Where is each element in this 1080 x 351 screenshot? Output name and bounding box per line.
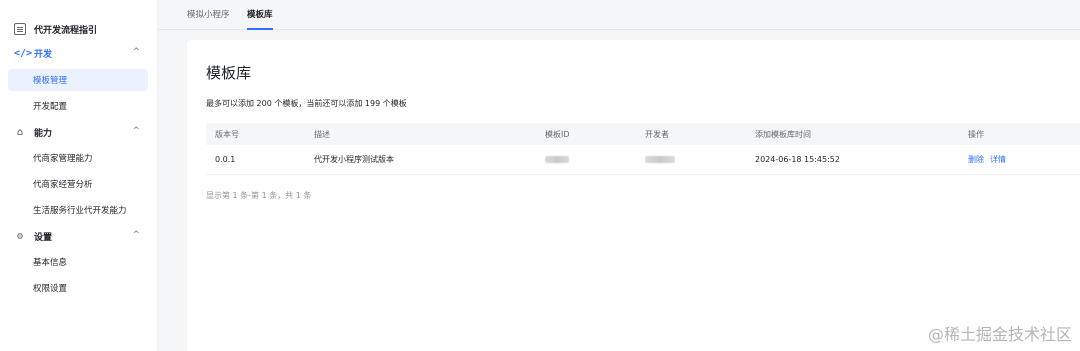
bag-icon: ⌂	[16, 126, 24, 138]
cell-template-id	[545, 145, 569, 174]
tab-mock-miniprogram[interactable]: 模拟小程序	[187, 8, 230, 30]
cell-added-time: 2024-06-18 15:45:52	[755, 155, 840, 164]
chevron-up-icon[interactable]: ^	[132, 126, 140, 136]
table-header: 版本号 描述 模板ID 开发者 添加模板库时间 操作	[206, 123, 1080, 145]
delete-link[interactable]: 删除	[968, 154, 984, 165]
pagination-summary: 显示第 1 条-第 1 条，共 1 条	[206, 191, 312, 200]
template-table: 版本号 描述 模板ID 开发者 添加模板库时间 操作 0.0.1 代开发小程序测…	[206, 123, 1080, 175]
sidebar-group-develop[interactable]: </> 开发 ^	[14, 44, 144, 62]
template-library-card: 模板库 最多可以添加 200 个模板，当前还可以添加 199 个模板 版本号 描…	[187, 40, 1080, 351]
sidebar-group-settings[interactable]: ⚙ 设置 ^	[14, 227, 144, 245]
sidebar-item-merchant-analysis[interactable]: 代商家经营分析	[8, 173, 148, 195]
sidebar-group-label: 设置	[34, 232, 53, 243]
gear-icon: ⚙	[16, 230, 24, 242]
page-title: 模板库	[206, 64, 252, 82]
table-row: 0.0.1 代开发小程序测试版本 2024-06-18 15:45:52 删除 …	[206, 145, 1080, 175]
sidebar-item-guide[interactable]: 代开发流程指引	[14, 20, 97, 38]
cell-version: 0.0.1	[215, 155, 236, 164]
sidebar-item-label: 开发配置	[33, 102, 68, 112]
sidebar-item-permissions[interactable]: 权限设置	[8, 277, 148, 299]
column-actions: 操作	[968, 129, 984, 139]
redacted-developer	[645, 156, 675, 163]
sidebar-group-capability[interactable]: ⌂ 能力 ^	[14, 123, 144, 141]
sidebar: 代开发流程指引 </> 开发 ^ 模板管理 开发配置 ⌂ 能力 ^ 代商家管理能…	[0, 0, 158, 351]
chevron-up-icon[interactable]: ^	[132, 47, 140, 57]
sidebar-item-label: 代商家经营分析	[33, 180, 93, 190]
column-developer: 开发者	[645, 129, 669, 139]
redacted-template-id	[545, 156, 569, 163]
sidebar-item-life-service[interactable]: 生活服务行业代开发能力	[8, 199, 148, 221]
sidebar-item-label: 权限设置	[33, 284, 68, 294]
column-description: 描述	[314, 129, 330, 139]
tab-template-library[interactable]: 模板库	[247, 8, 273, 30]
cell-actions: 删除 详情	[968, 145, 1012, 174]
column-version: 版本号	[215, 129, 239, 139]
template-quota-hint: 最多可以添加 200 个模板，当前还可以添加 199 个模板	[206, 99, 407, 108]
document-icon	[14, 23, 26, 35]
sidebar-group-label: 开发	[34, 49, 53, 60]
top-tabs: 模拟小程序 模板库	[158, 0, 1080, 30]
sidebar-item-label: 代开发流程指引	[34, 25, 98, 36]
sidebar-item-label: 生活服务行业代开发能力	[33, 206, 127, 216]
sidebar-item-label: 模板管理	[33, 76, 68, 86]
cell-description: 代开发小程序测试版本	[314, 155, 394, 164]
cell-developer	[645, 145, 675, 174]
sidebar-group-label: 能力	[34, 128, 53, 139]
column-template-id: 模板ID	[545, 129, 570, 139]
sidebar-item-template-management[interactable]: 模板管理	[8, 69, 148, 91]
code-icon: </>	[14, 47, 33, 59]
sidebar-item-label: 代商家管理能力	[33, 154, 93, 164]
sidebar-item-label: 基本信息	[33, 258, 68, 268]
sidebar-item-merchant-management[interactable]: 代商家管理能力	[8, 147, 148, 169]
watermark: @稀土掘金技术社区	[927, 325, 1072, 344]
sidebar-item-basic-info[interactable]: 基本信息	[8, 251, 148, 273]
sidebar-item-dev-config[interactable]: 开发配置	[8, 95, 148, 117]
details-link[interactable]: 详情	[990, 154, 1006, 165]
chevron-up-icon[interactable]: ^	[132, 230, 140, 240]
column-added-time: 添加模板库时间	[755, 129, 811, 139]
